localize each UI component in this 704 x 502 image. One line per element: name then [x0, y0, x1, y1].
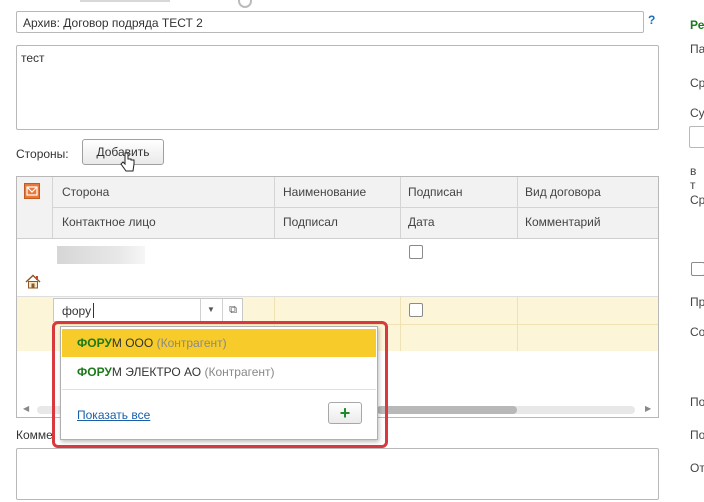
- scroll-left-icon[interactable]: ◀: [23, 404, 29, 413]
- sides-label: Стороны:: [16, 147, 69, 161]
- show-all-link[interactable]: Показать все: [77, 408, 150, 422]
- suggestion-match: ФОРУ: [77, 365, 112, 379]
- spinner-icon: [238, 0, 252, 8]
- comment-textarea[interactable]: [16, 448, 659, 500]
- mark-column-icon[interactable]: [24, 183, 40, 199]
- suggestion-rest: М ЭЛЕКТРО АО: [111, 365, 202, 379]
- signed-checkbox[interactable]: [409, 303, 423, 317]
- scroll-right-icon[interactable]: ▶: [645, 404, 651, 413]
- hand-cursor-icon: [120, 152, 135, 172]
- right-panel-label: Со: [690, 325, 704, 339]
- description-textarea[interactable]: тест: [16, 45, 659, 130]
- right-panel-label: Пр: [690, 295, 704, 309]
- suggestion-type: (Контрагент): [156, 336, 227, 350]
- column-header-party[interactable]: Сторона: [62, 185, 109, 199]
- right-panel-label: По: [690, 428, 704, 442]
- suggestion-item[interactable]: ФОРУМ ООО (Контрагент): [62, 329, 376, 357]
- column-header-date[interactable]: Дата: [408, 215, 435, 229]
- suggestion-match: ФОРУ: [77, 336, 112, 350]
- column-header-comment[interactable]: Комментарий: [525, 215, 601, 229]
- party-name-blurred: [57, 246, 145, 264]
- top-divider: [80, 0, 170, 2]
- suggestion-item[interactable]: ФОРУМ ЭЛЕКТРО АО (Контрагент): [62, 358, 376, 386]
- column-header-signed[interactable]: Подписан: [408, 185, 463, 199]
- open-form-icon[interactable]: ⧉: [222, 299, 243, 321]
- right-panel-checkbox[interactable]: [691, 262, 704, 276]
- suggestion-rest: М ООО: [111, 336, 154, 350]
- right-panel-label: в т: [690, 164, 697, 192]
- popup-divider: [62, 389, 376, 390]
- column-header-contract-type[interactable]: Вид договора: [525, 185, 601, 199]
- right-panel-label: Ср: [690, 76, 704, 90]
- autocomplete-dropdown: ФОРУМ ООО (Контрагент) ФОРУМ ЭЛЕКТРО АО …: [60, 326, 378, 440]
- column-header-name[interactable]: Наименование: [283, 185, 366, 199]
- dropdown-arrow-icon[interactable]: ▼: [200, 299, 221, 321]
- right-panel-label: От: [690, 461, 704, 475]
- contract-title-field[interactable]: Архив: Договор подряда ТЕСТ 2: [16, 11, 644, 33]
- scrollbar-thumb[interactable]: [377, 406, 517, 414]
- column-header-signer[interactable]: Подписал: [283, 215, 338, 229]
- add-new-button[interactable]: +: [328, 402, 362, 424]
- right-panel-label: Па: [690, 42, 704, 56]
- header-divider: [52, 207, 658, 208]
- party-search-input[interactable]: фору ▼ ⧉: [53, 298, 243, 322]
- right-panel-label: Су: [690, 106, 704, 120]
- right-panel-label: По: [690, 395, 704, 409]
- help-icon[interactable]: ?: [648, 13, 655, 27]
- right-panel-label: Ср: [690, 193, 704, 207]
- suggestion-type: (Контрагент): [204, 365, 275, 379]
- right-panel-input[interactable]: [689, 126, 704, 148]
- text-caret: [93, 303, 94, 318]
- signed-checkbox[interactable]: [409, 245, 423, 259]
- right-panel-heading: Ре: [690, 18, 704, 32]
- comment-label: Комме: [16, 428, 53, 442]
- house-icon: [25, 274, 41, 289]
- party-search-text: фору: [62, 304, 92, 318]
- column-header-contact[interactable]: Контактное лицо: [62, 215, 156, 229]
